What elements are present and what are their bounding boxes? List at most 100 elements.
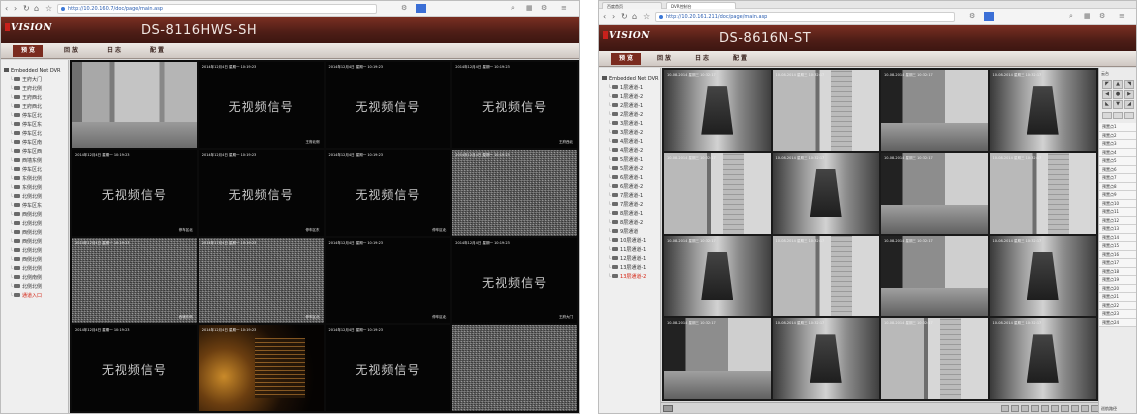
video-tile[interactable]: 2014年12月4日 星期一 10:19:23	[198, 325, 324, 411]
settings-icon[interactable]: ⚙	[1099, 12, 1105, 21]
camera-tree-item[interactable]: └ 13层通道-1	[599, 264, 660, 273]
video-tile[interactable]: 10-08-2014 星期三 10:32:17	[881, 70, 988, 151]
camera-tree-item[interactable]: └ 12层通道-1	[599, 255, 660, 264]
preset-item[interactable]: 预置点17	[1099, 259, 1136, 268]
camera-tree-item[interactable]: └ 通道入口	[1, 292, 68, 301]
preset-item[interactable]: 预置点24	[1099, 318, 1136, 327]
grid-icon[interactable]: ▦	[526, 4, 533, 13]
back-icon[interactable]: ‹	[603, 12, 606, 21]
stop-all-button[interactable]	[1061, 405, 1069, 412]
preset-item[interactable]: 预置点19	[1099, 276, 1136, 285]
split-4-button[interactable]	[1011, 405, 1019, 412]
capture-button[interactable]	[1071, 405, 1079, 412]
camera-tree-item[interactable]: └ 北侧北侧	[1, 247, 68, 256]
video-tile[interactable]: 2014年12月4日 星期一 10:19:23 停车区北	[325, 237, 451, 324]
camera-tree-item[interactable]: └ 8层通道-1	[599, 210, 660, 219]
preset-item[interactable]: 预置点21	[1099, 293, 1136, 302]
camera-tree-item[interactable]: └ 西墙东侧	[1, 157, 68, 166]
ptz-up-left-button[interactable]: ◤	[1102, 80, 1112, 89]
star-icon[interactable]: ☆	[643, 12, 650, 21]
video-tile[interactable]: 10-08-2014 星期三 10:32:17	[664, 318, 771, 399]
camera-tree-item[interactable]: └ 北侧北侧	[1, 220, 68, 229]
camera-tree-item[interactable]: └ 7层通道-2	[599, 201, 660, 210]
preset-item[interactable]: 预置点5	[1099, 157, 1136, 166]
camera-tree-item[interactable]: └ 停车区西	[1, 148, 68, 157]
camera-tree-item[interactable]: └ 北侧南侧	[1, 274, 68, 283]
preset-item[interactable]: 预置点6	[1099, 165, 1136, 174]
video-tile[interactable]: 10-08-2014 星期三 10:32:17	[772, 70, 879, 151]
star-icon[interactable]: ☆	[45, 4, 52, 13]
camera-tree-item[interactable]: └ 西侧北侧	[1, 238, 68, 247]
back-icon[interactable]: ‹	[5, 4, 8, 13]
video-tile[interactable]: 10-08-2014 星期三 10:32:17	[664, 235, 771, 317]
camera-tree-item[interactable]: └ 2层通道-1	[599, 102, 660, 111]
video-tile[interactable]: 10-08-2014 星期三 10:32:17	[989, 152, 1096, 234]
ptz-up-right-button[interactable]: ◥	[1124, 80, 1134, 89]
ptz-down-button[interactable]: ▼	[1113, 100, 1123, 109]
ptz-down-right-button[interactable]: ◢	[1124, 100, 1134, 109]
split-9-button[interactable]	[1021, 405, 1029, 412]
menu-config[interactable]: 配 置	[725, 53, 755, 65]
url-field[interactable]: http://10.20.160.7/doc/page/main.asp	[57, 4, 377, 14]
layout-button[interactable]	[663, 405, 673, 412]
ptz-auto-button[interactable]: ●	[1113, 90, 1123, 99]
camera-tree-item[interactable]: └ 王府北侧	[1, 85, 68, 94]
camera-tree-item[interactable]: └ 停车区北	[1, 130, 68, 139]
tab-baidu[interactable]: 百度首页	[602, 2, 662, 9]
video-tile[interactable]: 10-08-2014 星期三 10:32:17	[664, 70, 771, 151]
menu-preview[interactable]: 预 览	[13, 45, 43, 57]
camera-tree-item[interactable]: └ 东侧北侧	[1, 184, 68, 193]
extension-icon[interactable]: ⚙	[401, 4, 407, 13]
video-tile[interactable]: 10-08-2014 星期三 10:32:17	[989, 70, 1096, 151]
camera-tree-item[interactable]: └ 停车区东	[1, 202, 68, 211]
menu-icon[interactable]: ≡	[1119, 12, 1125, 21]
home-icon[interactable]: ⌂	[34, 4, 39, 13]
video-tile[interactable]: 10-08-2014 星期三 10:32:17	[772, 318, 879, 399]
camera-tree-item[interactable]: └ 北侧北侧	[1, 265, 68, 274]
menu-log[interactable]: 日 志	[99, 45, 129, 57]
menu-playback[interactable]: 回 放	[56, 45, 86, 57]
camera-tree-item[interactable]: └ 王府西北	[1, 94, 68, 103]
video-tile[interactable]	[452, 325, 577, 411]
preset-item[interactable]: 预置点15	[1099, 242, 1136, 251]
camera-tree-item[interactable]: └ 北侧北侧	[1, 193, 68, 202]
preset-item[interactable]: 预置点7	[1099, 174, 1136, 183]
video-tile[interactable]: 2014年12月4日 星期一 10:19:23	[452, 149, 577, 236]
camera-tree-item[interactable]: └ 4层通道-1	[599, 138, 660, 147]
camera-tree-item[interactable]: └ 13层通道-2	[599, 273, 660, 282]
video-tile[interactable]: 10-08-2014 星期三 10:32:17	[881, 152, 988, 234]
video-tile[interactable]: 2014年12月4日 星期一 10:19:23 无视频信号 王府大门	[452, 237, 577, 324]
camera-tree-item[interactable]: └ 2层通道-2	[599, 111, 660, 120]
preset-item[interactable]: 预置点20	[1099, 284, 1136, 293]
preset-item[interactable]: 预置点12	[1099, 216, 1136, 225]
ptz-down-left-button[interactable]: ◣	[1102, 100, 1112, 109]
tree-root[interactable]: Embedded Net DVR	[1, 67, 68, 76]
camera-tree-item[interactable]: └ 9层通道	[599, 228, 660, 237]
preset-item[interactable]: 预置点11	[1099, 208, 1136, 217]
video-tile[interactable]: 10-08-2014 星期三 10:32:17	[881, 318, 988, 399]
camera-tree-item[interactable]: └ 1层通道-2	[599, 93, 660, 102]
camera-tree-item[interactable]: └ 11层通道-1	[599, 246, 660, 255]
next-page-button[interactable]	[1051, 405, 1059, 412]
preset-item[interactable]: 预置点9	[1099, 191, 1136, 200]
camera-tree-item[interactable]: └ 西侧北侧	[1, 211, 68, 220]
preset-item[interactable]: 预置点10	[1099, 199, 1136, 208]
camera-tree-item[interactable]: └ 5层通道-1	[599, 156, 660, 165]
menu-config[interactable]: 配 置	[142, 45, 172, 57]
camera-tree-item[interactable]: └ 5层通道-2	[599, 165, 660, 174]
video-tile[interactable]: 10-08-2014 星期三 10:32:17	[772, 152, 879, 234]
video-tile[interactable]: 2014年12月4日 星期一 10:19:23 无视频信号 停车区北	[325, 149, 451, 236]
camera-tree-item[interactable]: └ 北侧北侧	[1, 283, 68, 292]
video-tile[interactable]: 10-08-2014 星期三 10:32:17	[881, 235, 988, 317]
tree-root[interactable]: Embedded Net DVR	[599, 75, 660, 84]
toolbar-blue-icon[interactable]	[416, 4, 426, 13]
settings-icon[interactable]: ⚙	[541, 4, 547, 13]
preset-item[interactable]: 预置点13	[1099, 225, 1136, 234]
forward-icon[interactable]: ›	[14, 4, 17, 13]
camera-tree-item[interactable]: └ 王府西北	[1, 103, 68, 112]
extension-icon[interactable]: ⚙	[969, 12, 975, 21]
camera-tree-item[interactable]: └ 6层通道-1	[599, 174, 660, 183]
camera-tree-item[interactable]: └ 8层通道-2	[599, 219, 660, 228]
video-tile[interactable]: 10-08-2014 星期三 10:32:17	[989, 235, 1096, 317]
zoom-in-button[interactable]	[1102, 112, 1112, 119]
